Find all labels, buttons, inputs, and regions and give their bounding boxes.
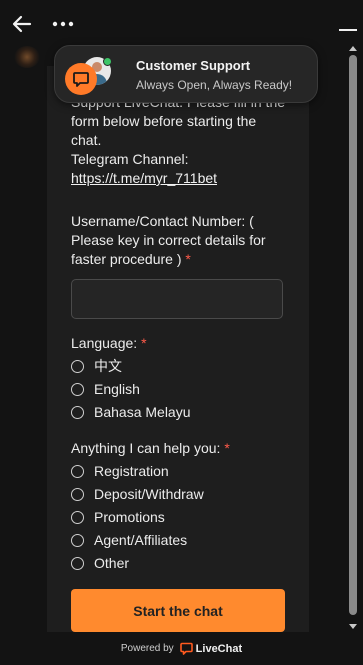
language-option[interactable]: English xyxy=(71,378,291,401)
radio-button[interactable] xyxy=(71,488,84,501)
radio-button[interactable] xyxy=(71,360,84,373)
scroll-up-arrow-icon[interactable] xyxy=(349,46,357,51)
powered-by-footer: Powered by LiveChat xyxy=(0,632,363,665)
language-option[interactable]: 中文 xyxy=(71,355,291,378)
top-bar xyxy=(0,0,363,46)
header-subtitle: Always Open, Always Ready! xyxy=(136,78,293,92)
language-option[interactable]: Bahasa Melayu xyxy=(71,401,291,424)
scroll-down-arrow-icon[interactable] xyxy=(349,624,357,629)
radio-button[interactable] xyxy=(71,383,84,396)
help-option[interactable]: Registration xyxy=(71,460,291,483)
help-topic-label: Anything I can help you: * xyxy=(71,440,230,456)
radio-button[interactable] xyxy=(71,534,84,547)
back-button[interactable] xyxy=(10,12,34,36)
radio-button[interactable] xyxy=(71,557,84,570)
header-title: Customer Support xyxy=(136,58,251,73)
radio-button[interactable] xyxy=(71,511,84,524)
username-field-label: Username/Contact Number: ( Please key in… xyxy=(71,213,266,267)
prechat-form: Support LiveChat. Please fill in the for… xyxy=(71,93,291,575)
required-asterisk: * xyxy=(224,440,230,456)
required-asterisk: * xyxy=(185,251,191,267)
more-dots-icon xyxy=(52,21,74,27)
chat-bubble-icon xyxy=(65,63,97,95)
livechat-logo-icon xyxy=(179,642,193,655)
telegram-label: Telegram Channel: xyxy=(71,151,189,167)
intro-line: chat. xyxy=(71,132,102,148)
online-status-dot xyxy=(103,57,112,66)
help-option[interactable]: Agent/Affiliates xyxy=(71,529,291,552)
help-option[interactable]: Promotions xyxy=(71,506,291,529)
help-option[interactable]: Other xyxy=(71,552,291,575)
radio-button[interactable] xyxy=(71,406,84,419)
start-chat-button[interactable]: Start the chat xyxy=(71,589,285,632)
scrollbar[interactable] xyxy=(346,46,360,631)
prechat-form-panel: Support LiveChat. Please fill in the for… xyxy=(47,66,309,632)
help-option[interactable]: Deposit/Withdraw xyxy=(71,483,291,506)
livechat-logo[interactable]: LiveChat xyxy=(179,642,242,655)
intro-line: form below before starting the xyxy=(71,113,257,129)
radio-button[interactable] xyxy=(71,465,84,478)
chat-header-card: Customer Support Always Open, Always Rea… xyxy=(54,45,318,103)
required-asterisk: * xyxy=(141,335,147,351)
avatar xyxy=(65,55,113,95)
username-input[interactable] xyxy=(71,279,283,319)
minimize-button[interactable] xyxy=(336,18,358,34)
scrollbar-thumb[interactable] xyxy=(349,55,357,615)
language-label: Language: * xyxy=(71,335,147,351)
arrow-left-icon xyxy=(12,15,32,33)
telegram-link[interactable]: https://t.me/myr_711bet xyxy=(71,170,217,186)
powered-by-text: Powered by xyxy=(120,643,174,654)
more-options-button[interactable] xyxy=(50,12,76,36)
ambient-glow xyxy=(14,46,40,68)
